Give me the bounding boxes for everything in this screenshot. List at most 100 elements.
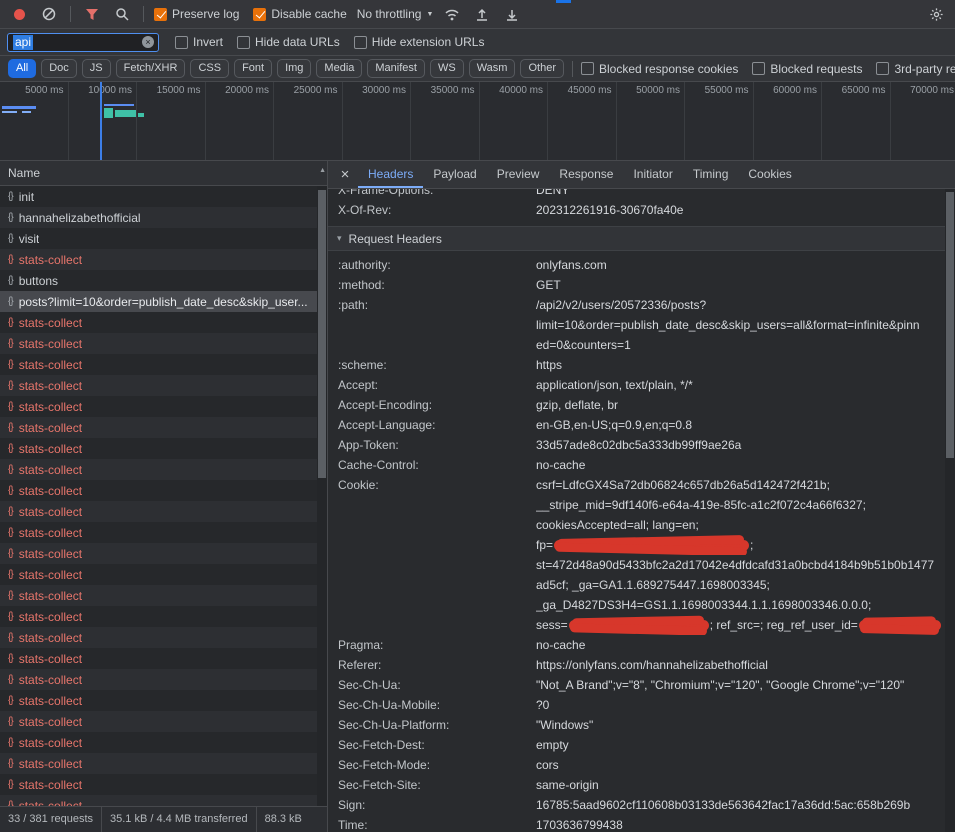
request-row[interactable]: {}stats-collect — [0, 522, 327, 543]
request-type-icon: {} — [8, 653, 13, 664]
tab-timing[interactable]: Timing — [683, 161, 739, 188]
header-key: Cookie: — [338, 475, 536, 495]
scrollbar-up-arrow-icon[interactable]: ▲ — [319, 167, 326, 174]
request-row[interactable]: {}stats-collect — [0, 606, 327, 627]
type-filter-wasm[interactable]: Wasm — [469, 59, 516, 78]
waterfall-bar — [2, 106, 36, 109]
tab-initiator[interactable]: Initiator — [623, 161, 682, 188]
type-filter-css[interactable]: CSS — [190, 59, 229, 78]
request-row[interactable]: {}stats-collect — [0, 732, 327, 753]
request-row[interactable]: {}stats-collect — [0, 501, 327, 522]
type-filter-doc[interactable]: Doc — [41, 59, 77, 78]
request-row[interactable]: {}stats-collect — [0, 438, 327, 459]
request-type-icon: {} — [8, 716, 13, 727]
checkbox-invert[interactable]: Invert — [175, 35, 223, 49]
toolbar-separator — [70, 6, 71, 22]
request-row[interactable]: {}stats-collect — [0, 354, 327, 375]
request-name: stats-collect — [19, 253, 82, 267]
scrollbar-thumb[interactable] — [318, 190, 326, 478]
request-name: stats-collect — [19, 526, 82, 540]
request-row[interactable]: {}stats-collect — [0, 375, 327, 396]
header-row: Referer:https://onlyfans.com/hannaheliza… — [328, 655, 945, 675]
request-row[interactable]: {}stats-collect — [0, 627, 327, 648]
name-column-header[interactable]: Name — [0, 161, 327, 186]
import-har-button[interactable] — [471, 3, 493, 25]
tab-cookies[interactable]: Cookies — [738, 161, 801, 188]
request-row[interactable]: {}stats-collect — [0, 249, 327, 270]
checkbox-disable-cache[interactable]: Disable cache — [253, 7, 346, 21]
clear-filter-icon[interactable]: × — [142, 36, 154, 48]
network-overview-timeline[interactable]: 5000 ms10000 ms15000 ms20000 ms25000 ms3… — [0, 82, 955, 161]
request-row[interactable]: {}stats-collect — [0, 648, 327, 669]
request-row[interactable]: {}stats-collect — [0, 795, 327, 806]
request-row[interactable]: {}stats-collect — [0, 690, 327, 711]
tab-headers[interactable]: Headers — [358, 161, 423, 188]
request-row[interactable]: {}hannahelizabethofficial — [0, 207, 327, 228]
request-row[interactable]: {}stats-collect — [0, 543, 327, 564]
request-row[interactable]: {}visit — [0, 228, 327, 249]
network-conditions-button[interactable] — [441, 3, 463, 25]
filter-input[interactable]: api × — [7, 33, 159, 52]
request-row[interactable]: {}stats-collect — [0, 417, 327, 438]
request-row[interactable]: {}stats-collect — [0, 585, 327, 606]
request-row[interactable]: {}posts?limit=10&order=publish_date_desc… — [0, 291, 327, 312]
checkbox-hide-extension-urls[interactable]: Hide extension URLs — [354, 35, 485, 49]
header-key: Sec-Fetch-Mode: — [338, 755, 536, 775]
request-row[interactable]: {}buttons — [0, 270, 327, 291]
tab-payload[interactable]: Payload — [423, 161, 486, 188]
type-filter-all[interactable]: All — [8, 59, 36, 78]
request-list-scrollbar[interactable] — [317, 186, 327, 806]
checkbox-blocked-requests[interactable]: Blocked requests — [752, 62, 862, 76]
type-filter-fetch-xhr[interactable]: Fetch/XHR — [116, 59, 186, 78]
request-row[interactable]: {}stats-collect — [0, 774, 327, 795]
throttling-dropdown[interactable]: No throttling ▼ — [357, 7, 434, 21]
tab-preview[interactable]: Preview — [487, 161, 550, 188]
header-row: App-Token:33d57ade8c02dbc5a333db99ff9ae2… — [328, 435, 945, 455]
request-row[interactable]: {}stats-collect — [0, 333, 327, 354]
request-name: stats-collect — [19, 358, 82, 372]
request-row[interactable]: {}stats-collect — [0, 396, 327, 417]
type-filter-js[interactable]: JS — [82, 59, 111, 78]
type-filter-manifest[interactable]: Manifest — [367, 59, 425, 78]
filter-button[interactable] — [81, 3, 103, 25]
scrollbar-thumb[interactable] — [946, 192, 954, 458]
request-row[interactable]: {}stats-collect — [0, 564, 327, 585]
request-row[interactable]: {}stats-collect — [0, 459, 327, 480]
request-row[interactable]: {}stats-collect — [0, 753, 327, 774]
request-headers-section[interactable]: ▾ Request Headers — [328, 226, 945, 251]
header-key: Referer: — [338, 655, 536, 675]
request-row[interactable]: {}stats-collect — [0, 711, 327, 732]
details-scrollbar[interactable] — [945, 189, 955, 832]
type-filter-media[interactable]: Media — [316, 59, 362, 78]
type-filter-img[interactable]: Img — [277, 59, 311, 78]
checkbox-blocked-response-cookies[interactable]: Blocked response cookies — [581, 62, 738, 76]
header-value: ?0 — [536, 695, 945, 715]
search-button[interactable] — [111, 3, 133, 25]
export-har-button[interactable] — [501, 3, 523, 25]
request-row[interactable]: {}stats-collect — [0, 312, 327, 333]
settings-gear-button[interactable] — [925, 3, 947, 25]
request-type-icon: {} — [8, 506, 13, 517]
timeline-tick: 5000 ms — [0, 82, 69, 160]
checkbox-3rd-party-requests[interactable]: 3rd-party requests — [876, 62, 955, 76]
record-button[interactable] — [8, 3, 30, 25]
timeline-tick: 55000 ms — [685, 82, 754, 160]
checkbox-icon — [752, 62, 765, 75]
checkbox-preserve-log[interactable]: Preserve log — [154, 7, 239, 21]
header-value: 202312261916-30670fa40e — [536, 200, 945, 220]
checkbox-hide-data-urls[interactable]: Hide data URLs — [237, 35, 340, 49]
type-filter-ws[interactable]: WS — [430, 59, 464, 78]
header-value: "Not_A Brand";v="8", "Chromium";v="120",… — [536, 675, 945, 695]
tab-response[interactable]: Response — [549, 161, 623, 188]
request-row[interactable]: {}init — [0, 186, 327, 207]
type-filter-font[interactable]: Font — [234, 59, 272, 78]
close-details-icon[interactable]: × — [332, 161, 358, 188]
clear-network-log-button[interactable] — [38, 3, 60, 25]
request-row[interactable]: {}stats-collect — [0, 669, 327, 690]
type-filter-other[interactable]: Other — [520, 59, 564, 78]
request-name: stats-collect — [19, 421, 82, 435]
header-value: no-cache — [536, 455, 945, 475]
waterfall-bar — [2, 111, 17, 113]
header-key: X-Frame-Options: — [338, 189, 536, 200]
request-row[interactable]: {}stats-collect — [0, 480, 327, 501]
